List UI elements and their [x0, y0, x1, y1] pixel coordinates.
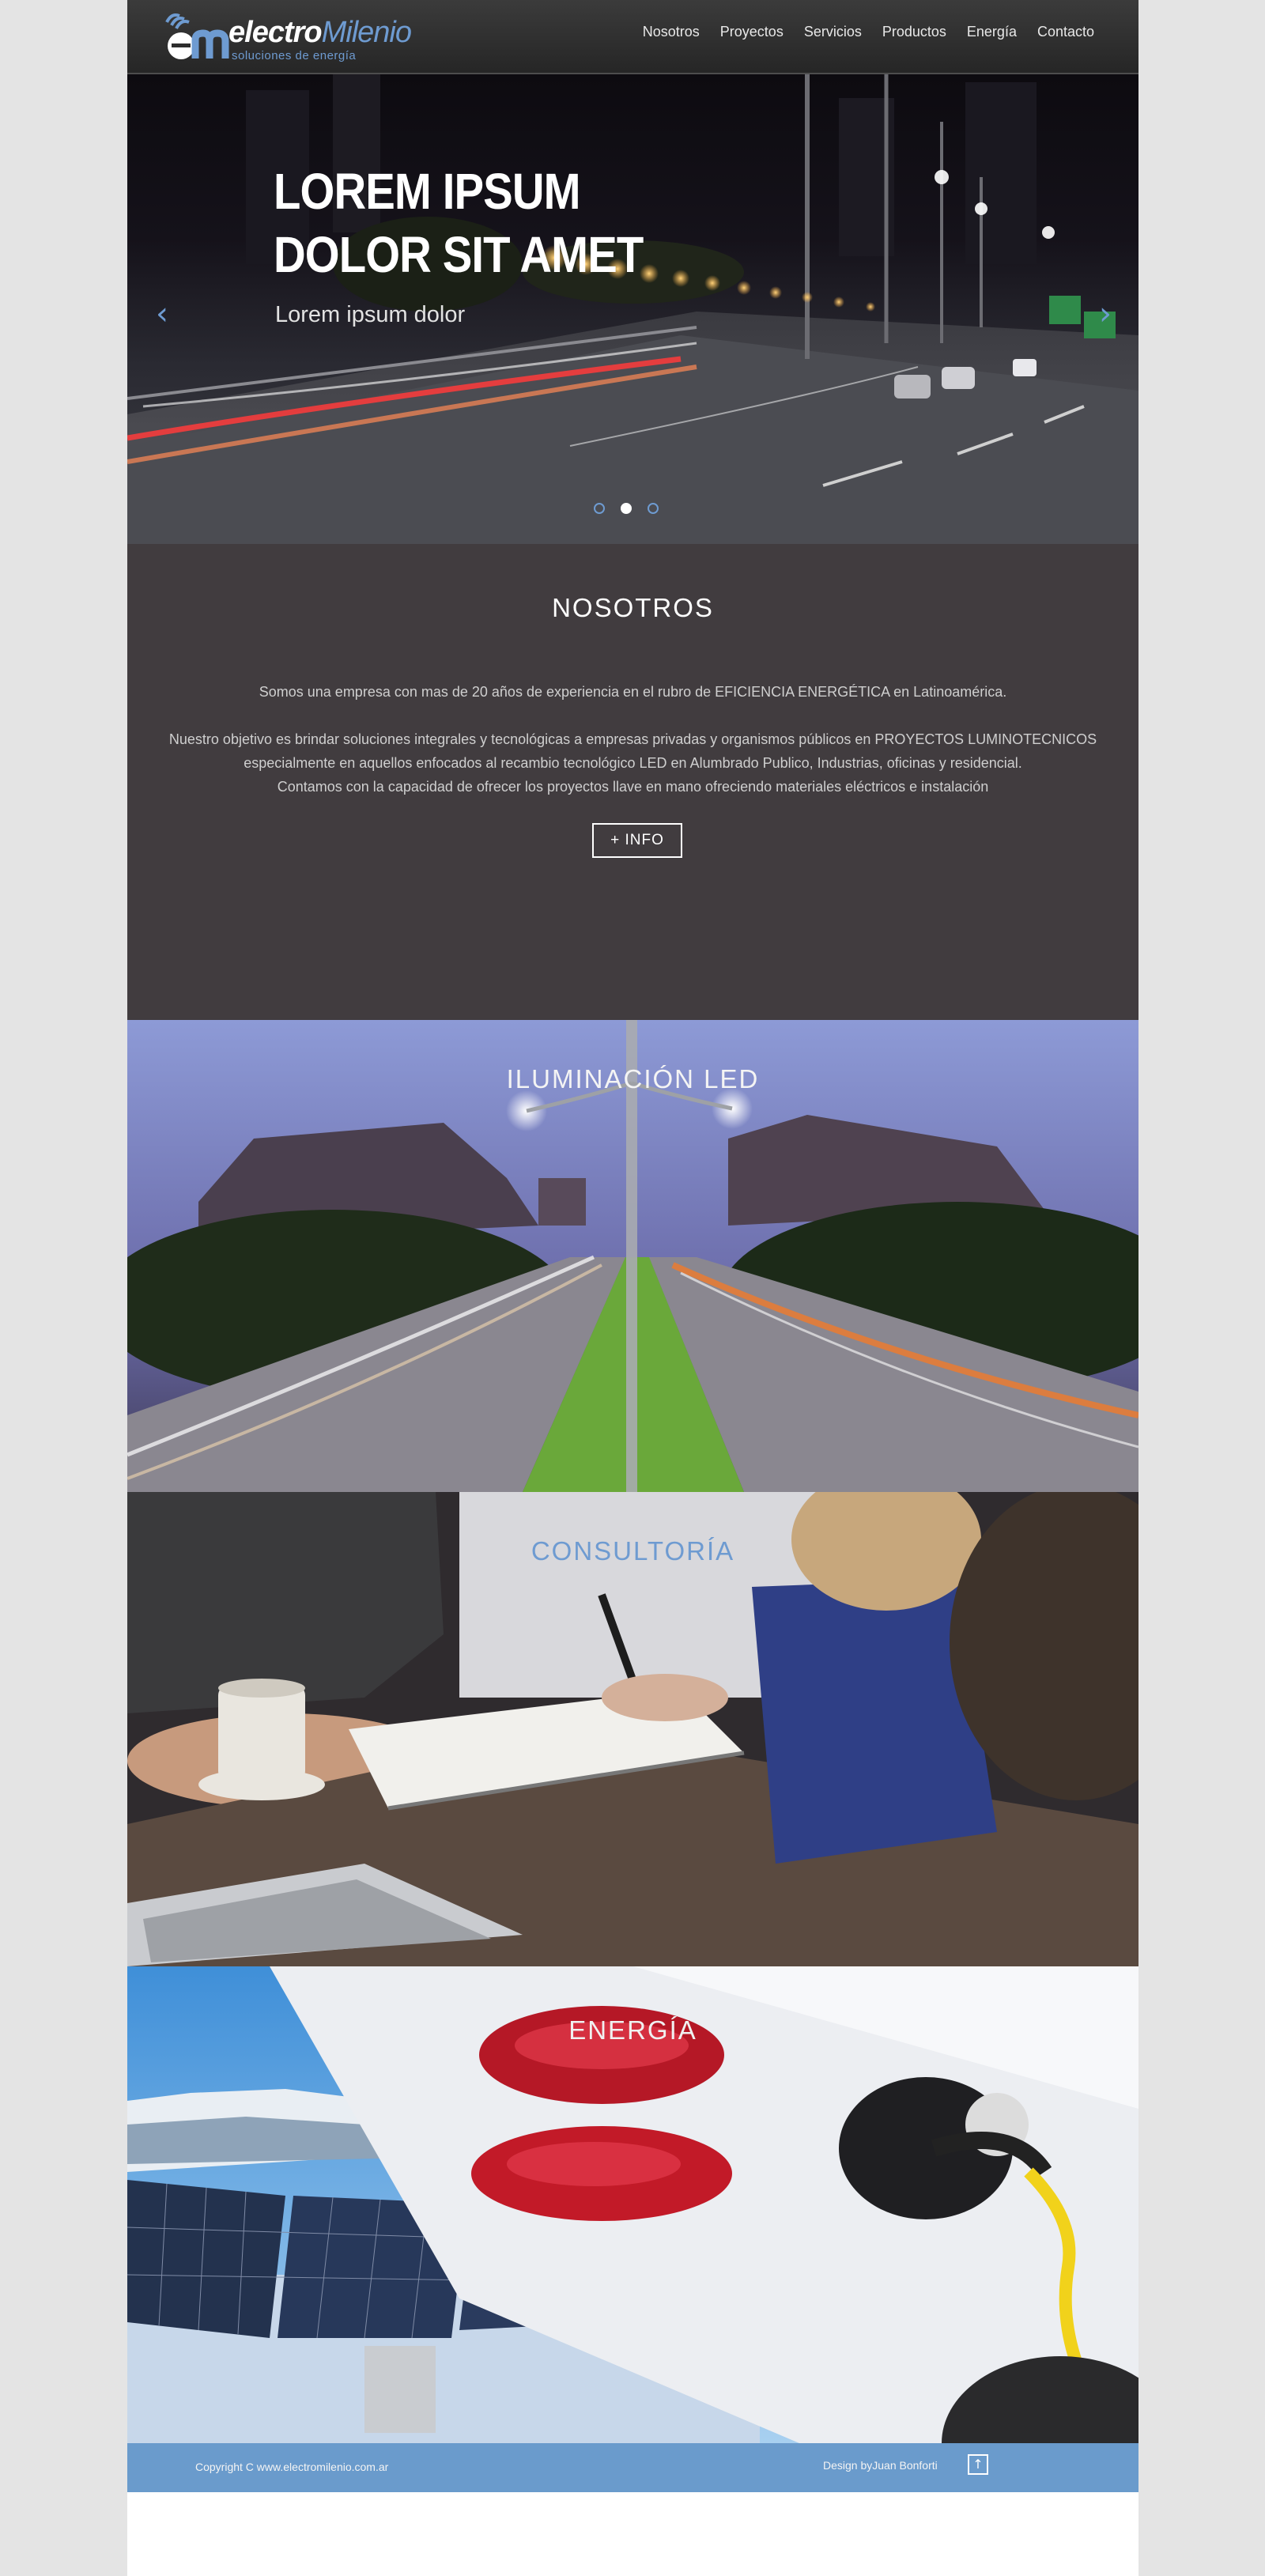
led-title: ILUMINACIÓN LED	[506, 1064, 760, 1093]
nav-item-nosotros[interactable]: Nosotros	[643, 24, 700, 40]
led-section[interactable]: ILUMINACIÓN LED	[127, 1020, 1138, 1492]
consultoria-title: CONSULTORÍA	[531, 1536, 735, 1566]
main-nav: Nosotros Proyectos Servicios Productos E…	[643, 24, 1094, 40]
slider-dot-3[interactable]	[648, 503, 659, 514]
nosotros-paragraph-1: Somos una empresa con mas de 20 años de …	[259, 684, 1007, 700]
chevron-left-icon[interactable]: ‹	[156, 296, 168, 332]
arrow-up-icon[interactable]: ↑	[968, 2454, 988, 2475]
nosotros-paragraph-2-line-2: especialmente en aquellos enfocados al r…	[244, 755, 1022, 771]
nav-item-productos[interactable]: Productos	[882, 24, 946, 40]
site-footer: Copyright C www.electromilenio.com.ar De…	[127, 2443, 1138, 2492]
logo-name: electroMilenio	[228, 16, 412, 50]
site-header: electroMilenio soluciones de energía Nos…	[127, 0, 1138, 74]
hero-slider: LOREM IPSUM DOLOR SIT AMET Lorem ipsum d…	[127, 74, 1138, 544]
energia-title: ENERGÍA	[568, 2015, 697, 2045]
hero-title: LOREM IPSUM DOLOR SIT AMET	[274, 163, 644, 283]
nav-item-servicios[interactable]: Servicios	[804, 24, 862, 40]
hero-subtitle: Lorem ipsum dolor	[275, 302, 466, 327]
nosotros-paragraph-2-line-3: Contamos con la capacidad de ofrecer los…	[277, 779, 989, 795]
info-button[interactable]: + INFO	[592, 823, 682, 858]
page: electroMilenio soluciones de energía Nos…	[127, 0, 1138, 2576]
nosotros-title: NOSOTROS	[552, 593, 714, 622]
logo-name-bold: electro	[228, 16, 323, 49]
slider-dot-1[interactable]	[594, 503, 605, 514]
nav-item-contacto[interactable]: Contacto	[1037, 24, 1094, 40]
consultoria-section[interactable]: CONSULTORÍA	[127, 1492, 1138, 1966]
energia-section[interactable]: ENERGÍA	[127, 1966, 1138, 2443]
nav-item-proyectos[interactable]: Proyectos	[720, 24, 784, 40]
slider-dot-2[interactable]	[621, 503, 632, 514]
copyright-text: Copyright C www.electromilenio.com.ar	[195, 2461, 389, 2473]
logo-name-light: Milenio	[321, 16, 412, 49]
logo-mark-icon	[165, 13, 229, 59]
nav-item-energia[interactable]: Energía	[967, 24, 1017, 40]
design-credit: Design byJuan Bonforti	[823, 2459, 938, 2472]
nosotros-section: NOSOTROS Somos una empresa con mas de 20…	[127, 544, 1138, 1020]
slider-dots	[594, 503, 659, 514]
logo[interactable]: electroMilenio soluciones de energía	[164, 6, 412, 66]
chevron-right-icon[interactable]: ›	[1099, 296, 1112, 332]
logo-tagline: soluciones de energía	[232, 49, 357, 62]
nosotros-paragraph-2-line-1: Nuestro objetivo es brindar soluciones i…	[168, 731, 1097, 747]
